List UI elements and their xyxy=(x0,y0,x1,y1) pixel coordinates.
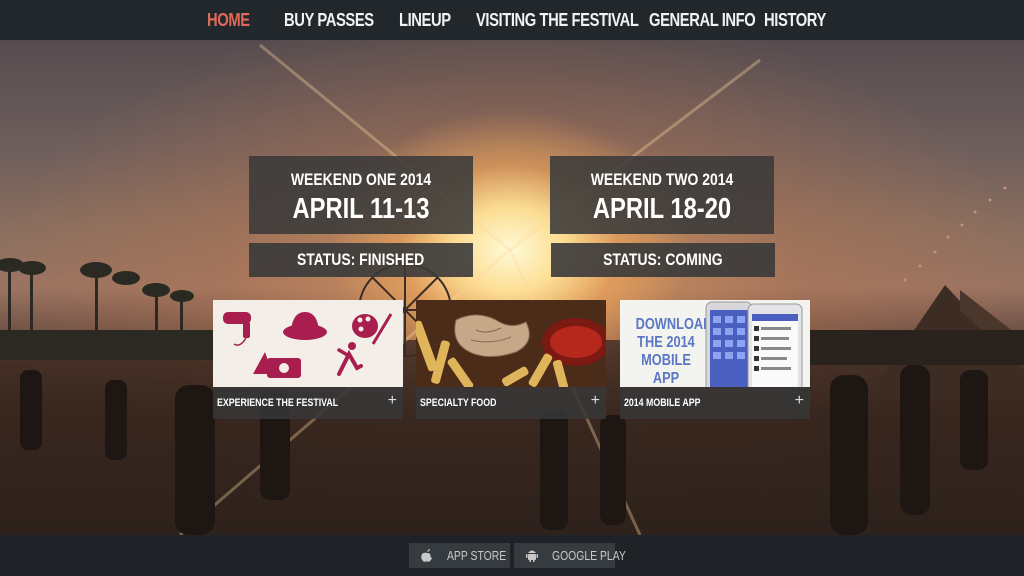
phone-icon xyxy=(705,301,753,387)
experience-festival-plus-icon[interactable]: + xyxy=(388,393,397,409)
weekend-two-title: WEEKEND TWO 2014 xyxy=(590,170,734,189)
weekend-one-title: WEEKEND ONE 2014 xyxy=(290,170,432,189)
google-play-button[interactable]: GOOGLE PLAY xyxy=(514,543,626,568)
mobile-app-card[interactable]: DOWNLOAD THE 2014 MOBILE APP 2014 MOBILE… xyxy=(620,300,810,419)
mobile-app-thumbnail: DOWNLOAD THE 2014 MOBILE APP xyxy=(620,300,810,387)
app-store-button[interactable]: APP STORE xyxy=(409,543,510,568)
nav-buy-passes[interactable]: BUY PASSES xyxy=(284,0,374,40)
top-navigation: HOME BUY PASSES LINEUP VISITING THE FEST… xyxy=(0,0,1024,40)
hair-dryer-icon xyxy=(223,312,251,346)
weekend-one-status: STATUS: FINISHED xyxy=(249,243,473,277)
hero-background: WEEKEND ONE 2014 APRIL 11-13 WEEKEND TWO… xyxy=(0,40,1024,535)
nav-visiting-the-festival[interactable]: VISITING THE FESTIVAL xyxy=(476,0,639,40)
nav-history[interactable]: HISTORY xyxy=(764,0,826,40)
experience-festival-caption: EXPERIENCE THE FESTIVAL xyxy=(217,397,339,409)
experience-festival-card[interactable]: EXPERIENCE THE FESTIVAL + xyxy=(213,300,403,419)
camera-icon xyxy=(253,352,301,378)
mobile-app-caption: 2014 MOBILE APP xyxy=(624,397,701,409)
specialty-food-card[interactable]: SPECIALTY FOOD + xyxy=(416,300,606,419)
yoga-icon xyxy=(337,342,363,376)
phone-icon-2 xyxy=(747,303,803,387)
weekend-one-status-text: STATUS: FINISHED xyxy=(297,250,425,269)
weekend-two-status: STATUS: COMING xyxy=(551,243,775,277)
specialty-food-caption: SPECIALTY FOOD xyxy=(420,397,497,409)
nav-general-info[interactable]: GENERAL INFO xyxy=(649,0,756,40)
app-store-label: APP STORE xyxy=(447,548,507,563)
android-icon xyxy=(526,550,538,562)
weekend-two-date-range: APRIL 18-20 xyxy=(592,193,732,225)
specialty-food-plus-icon[interactable]: + xyxy=(591,393,600,409)
nav-home[interactable]: HOME xyxy=(207,0,250,40)
experience-festival-thumbnail xyxy=(213,300,403,387)
mobile-app-plus-icon[interactable]: + xyxy=(795,393,804,409)
apple-icon xyxy=(421,549,432,562)
festival-scenery xyxy=(0,43,1024,535)
weekend-two-dates: WEEKEND TWO 2014 APRIL 18-20 xyxy=(550,156,774,234)
hat-icon xyxy=(283,312,327,340)
footer: APP STORE GOOGLE PLAY xyxy=(0,535,1024,576)
specialty-food-thumbnail xyxy=(416,300,606,387)
nav-lineup[interactable]: LINEUP xyxy=(399,0,451,40)
weekend-two-status-text: STATUS: COMING xyxy=(603,250,723,269)
google-play-label: GOOGLE PLAY xyxy=(552,548,626,563)
palette-icon xyxy=(352,313,393,345)
weekend-one-date-range: APRIL 11-13 xyxy=(292,193,430,225)
weekend-one-dates: WEEKEND ONE 2014 APRIL 11-13 xyxy=(249,156,473,234)
